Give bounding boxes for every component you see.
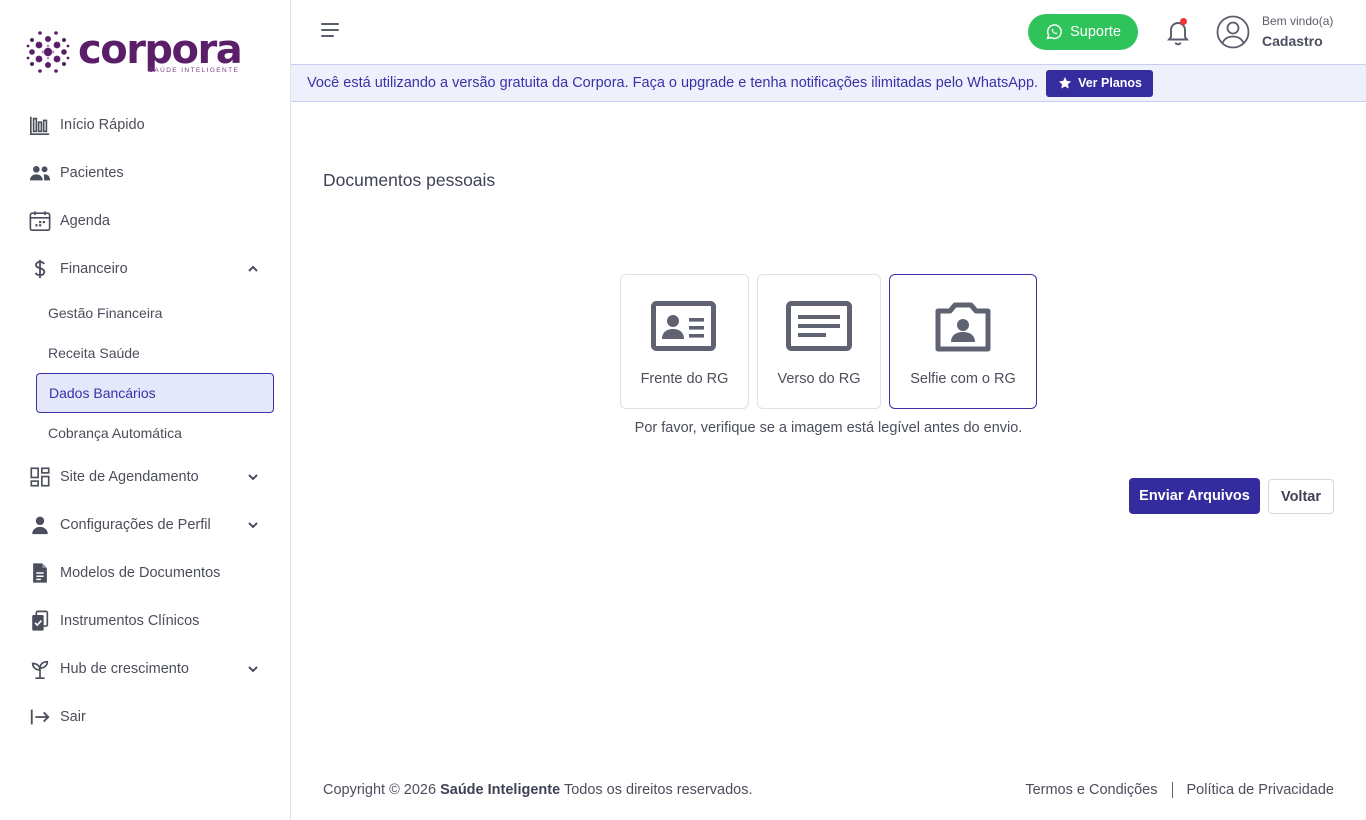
user-welcome[interactable]: Bem vindo(a) Cadastro — [1262, 14, 1333, 50]
user-name: Cadastro — [1262, 32, 1323, 49]
notification-dot — [1180, 18, 1187, 25]
sidebar-subitem-cobranca-automatica[interactable]: Cobrança Automática — [0, 413, 290, 453]
upload-card-selfie-rg[interactable]: Selfie com o RG — [889, 274, 1037, 409]
view-plans-label: Ver Planos — [1078, 76, 1143, 90]
id-card-icon — [650, 301, 716, 351]
bar-chart-icon — [28, 113, 52, 137]
users-icon — [28, 161, 52, 185]
upload-card-front-rg[interactable]: Frente do RG — [620, 274, 749, 409]
sidebar-item-inicio-rapido[interactable]: Início Rápido — [0, 101, 290, 149]
view-plans-button[interactable]: Ver Planos — [1046, 69, 1154, 97]
sidebar-item-label: Financeiro — [60, 261, 128, 277]
copyright-company: Saúde Inteligente — [440, 782, 561, 798]
dollar-icon — [28, 257, 52, 281]
card-label: Verso do RG — [777, 371, 861, 387]
sidebar-item-financeiro[interactable]: Financeiro — [0, 245, 290, 293]
sidebar-item-modelos-documentos[interactable]: Modelos de Documentos — [0, 549, 290, 597]
sidebar-item-pacientes[interactable]: Pacientes — [0, 149, 290, 197]
clipboard-icon — [28, 609, 52, 633]
person-icon — [28, 513, 52, 537]
footer-links: Termos e Condições Política de Privacida… — [1025, 782, 1334, 798]
sidebar-item-label: Pacientes — [60, 165, 124, 181]
top-header: Suporte Bem vindo(a) Cadastro — [291, 0, 1366, 64]
brand-logo[interactable]: corpora SAÚDE INTELIGENTE — [26, 27, 243, 76]
terms-link[interactable]: Termos e Condições — [1025, 782, 1157, 798]
sidebar-subitem-gestao-financeira[interactable]: Gestão Financeira — [0, 293, 290, 333]
calendar-icon — [28, 209, 52, 233]
sidebar-subitem-dados-bancarios[interactable]: Dados Bancários — [36, 373, 274, 413]
menu-toggle-button[interactable] — [321, 23, 341, 41]
upgrade-banner: Você está utilizando a versão gratuita d… — [291, 64, 1366, 102]
copyright: Copyright © 2026 Saúde Inteligente Todos… — [323, 782, 753, 798]
document-icon — [28, 561, 52, 585]
star-icon — [1059, 77, 1072, 89]
send-files-button[interactable]: Enviar Arquivos — [1129, 478, 1260, 514]
sidebar-item-configuracoes-perfil[interactable]: Configurações de Perfil — [0, 501, 290, 549]
card-label: Selfie com o RG — [910, 371, 1016, 387]
chevron-down-icon[interactable] — [246, 470, 260, 484]
sidebar-item-sair[interactable]: Sair — [0, 693, 290, 741]
sidebar-item-agenda[interactable]: Agenda — [0, 197, 290, 245]
bell-icon[interactable] — [1165, 18, 1191, 46]
sidebar-item-label: Configurações de Perfil — [60, 517, 211, 533]
sidebar-item-label: Modelos de Documentos — [60, 565, 221, 581]
upload-card-back-rg[interactable]: Verso do RG — [757, 274, 881, 409]
camera-person-icon — [935, 302, 991, 352]
copyright-prefix: Copyright © 2026 — [323, 782, 437, 798]
page-title: Documentos pessoais — [323, 170, 496, 190]
banner-text: Você está utilizando a versão gratuita d… — [307, 75, 1039, 91]
back-button[interactable]: Voltar — [1268, 479, 1334, 514]
chevron-up-icon[interactable] — [246, 262, 260, 276]
welcome-text: Bem vindo(a) — [1262, 14, 1334, 28]
sidebar-item-instrumentos-clinicos[interactable]: Instrumentos Clínicos — [0, 597, 290, 645]
grid-icon — [28, 465, 52, 489]
app: corpora SAÚDE INTELIGENTE Início Rápido — [0, 0, 1366, 820]
sidebar-subitem-receita-saude[interactable]: Receita Saúde — [0, 333, 290, 373]
logo-mark-icon — [26, 31, 70, 73]
privacy-link[interactable]: Política de Privacidade — [1187, 782, 1335, 798]
chevron-down-icon[interactable] — [246, 518, 260, 532]
user-avatar-icon[interactable] — [1216, 15, 1250, 49]
whatsapp-icon — [1046, 24, 1062, 40]
brand-name: corpora — [78, 27, 243, 73]
sidebar-item-label: Agenda — [60, 213, 110, 229]
id-back-icon — [786, 301, 852, 351]
support-button[interactable]: Suporte — [1028, 14, 1138, 50]
copyright-rights: Todos os direitos reservados. — [563, 782, 753, 798]
sidebar-item-label: Instrumentos Clínicos — [60, 613, 200, 629]
chevron-down-icon[interactable] — [246, 662, 260, 676]
sidebar-item-hub-crescimento[interactable]: Hub de crescimento — [0, 645, 290, 693]
footer-divider — [1171, 782, 1173, 798]
upload-hint: Por favor, verifique se a imagem está le… — [634, 420, 1023, 436]
sidebar: corpora SAÚDE INTELIGENTE Início Rápido — [0, 0, 291, 820]
sidebar-item-label: Hub de crescimento — [60, 661, 189, 677]
logout-icon — [28, 705, 52, 729]
support-label: Suporte — [1070, 24, 1121, 40]
sidebar-item-label: Início Rápido — [60, 117, 145, 133]
card-label: Frente do RG — [640, 371, 729, 387]
sidebar-item-label: Site de Agendamento — [60, 469, 199, 485]
sprout-icon — [28, 657, 52, 681]
sidebar-nav: Início Rápido Pacientes Agenda Financeir… — [0, 101, 290, 741]
sidebar-item-site-agendamento[interactable]: Site de Agendamento — [0, 453, 290, 501]
sidebar-item-label: Sair — [60, 709, 86, 725]
